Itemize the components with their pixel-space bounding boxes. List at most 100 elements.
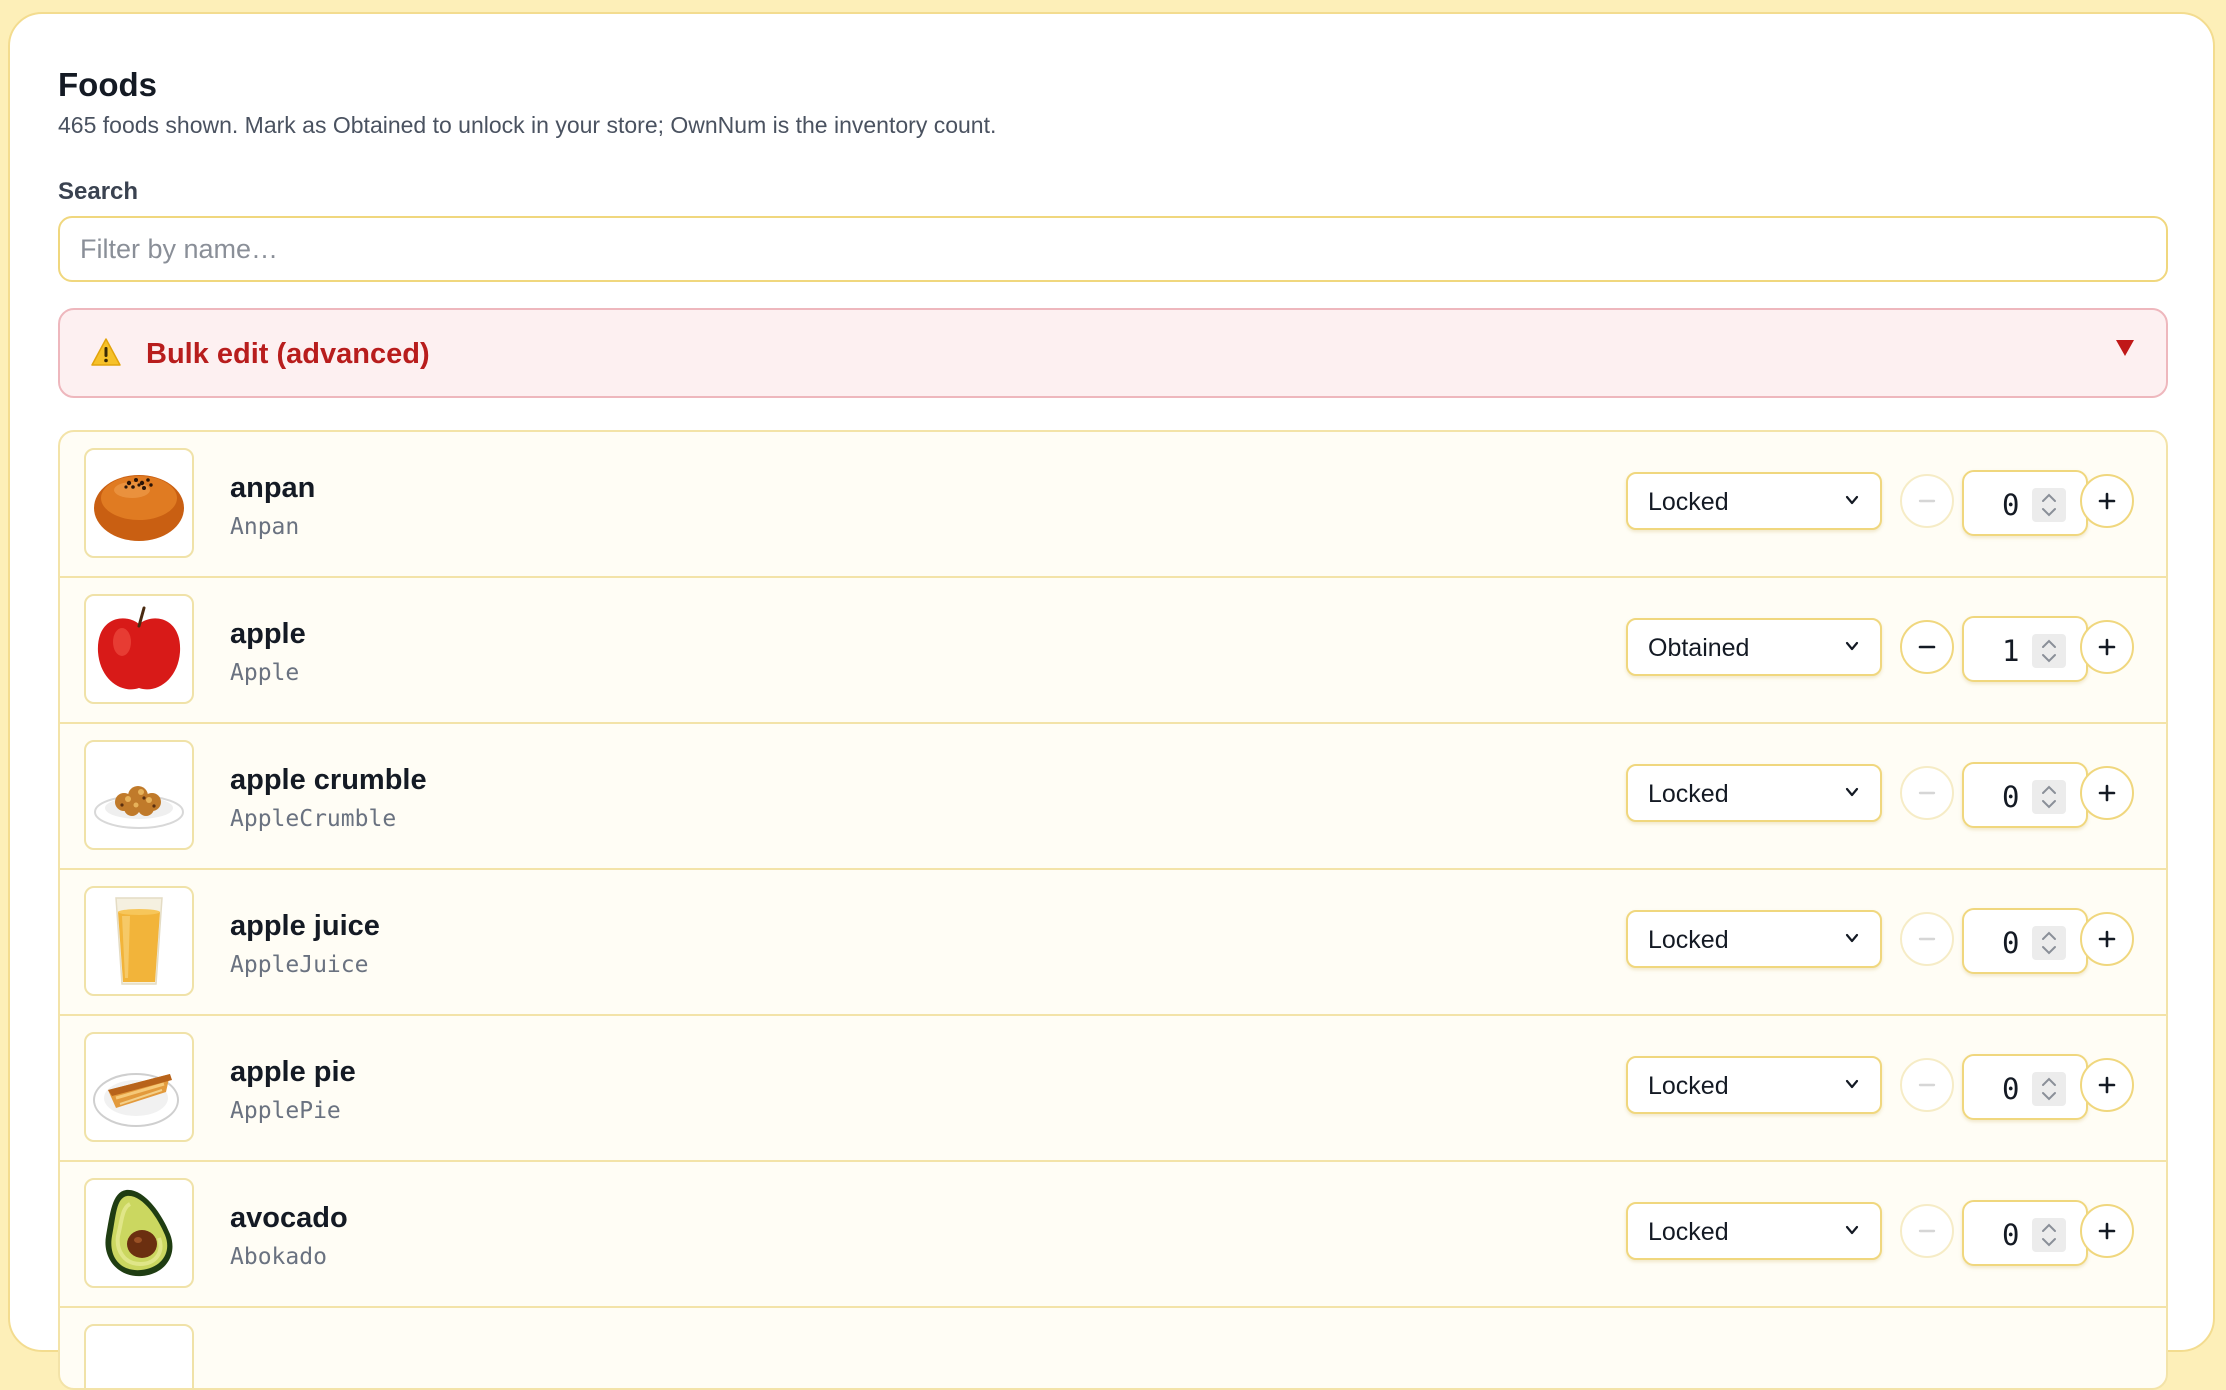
chevron-down-icon: [1845, 787, 1859, 797]
status-select[interactable]: Locked: [1626, 1056, 1882, 1114]
food-list: anpan Anpan Locked 0 apple Apple Obtaine…: [58, 430, 2168, 1390]
decrement-button[interactable]: [1900, 1058, 1954, 1112]
food-code: AppleJuice: [230, 952, 369, 978]
increment-button[interactable]: [2080, 620, 2134, 674]
food-row: [60, 1308, 2166, 1388]
increment-button[interactable]: [2080, 1058, 2134, 1112]
minus-icon: [1918, 791, 1936, 795]
spinner-arrows-icon: [2042, 493, 2056, 517]
quantity-spinner[interactable]: [2032, 926, 2066, 960]
status-value: Locked: [1648, 1218, 1729, 1246]
quantity-spinner[interactable]: [2032, 1218, 2066, 1252]
quantity-spinner[interactable]: [2032, 1072, 2066, 1106]
plus-icon: [2098, 1076, 2116, 1094]
quantity-spinner[interactable]: [2032, 780, 2066, 814]
search-input[interactable]: [58, 216, 2168, 282]
apple-juice-image: [84, 886, 194, 996]
decrement-button[interactable]: [1900, 474, 1954, 528]
quantity-field[interactable]: 0: [1962, 762, 2088, 828]
quantity-value: 0: [2002, 1218, 2020, 1252]
status-value: Locked: [1648, 780, 1729, 808]
food-row: avocado Abokado Locked 0: [60, 1162, 2166, 1308]
spinner-arrows-icon: [2042, 1223, 2056, 1247]
search-label: Search: [58, 178, 139, 205]
quantity-value: 1: [2002, 634, 2020, 668]
spinner-arrows-icon: [2042, 931, 2056, 955]
plus-icon: [2098, 784, 2116, 802]
increment-button[interactable]: [2080, 474, 2134, 528]
spinner-arrows-icon: [2042, 785, 2056, 809]
food-row: apple pie ApplePie Locked 0: [60, 1016, 2166, 1162]
status-select[interactable]: Locked: [1626, 472, 1882, 530]
quantity-field[interactable]: 0: [1962, 1054, 2088, 1120]
food-code: Anpan: [230, 514, 300, 540]
food-code: ApplePie: [230, 1098, 341, 1124]
food-row: anpan Anpan Locked 0: [60, 432, 2166, 578]
chevron-down-icon: [1845, 933, 1859, 943]
status-value: Locked: [1648, 926, 1729, 954]
food-row: apple Apple Obtained 1: [60, 578, 2166, 724]
plus-icon: [2098, 492, 2116, 510]
food-code: Abokado: [230, 1244, 327, 1270]
anpan-image: [84, 448, 194, 558]
quantity-field[interactable]: 0: [1962, 908, 2088, 974]
foods-panel: Foods 465 foods shown. Mark as Obtained …: [8, 12, 2215, 1390]
bulk-edit-toggle[interactable]: Bulk edit (advanced): [58, 308, 2168, 398]
food-name: apple pie: [230, 1056, 356, 1088]
chevron-down-icon: [1845, 641, 1859, 651]
food-name: apple juice: [230, 910, 380, 942]
status-value: Locked: [1648, 488, 1729, 516]
quantity-value: 0: [2002, 488, 2020, 522]
minus-icon: [1918, 937, 1936, 941]
decrement-button[interactable]: [1900, 1204, 1954, 1258]
spinner-arrows-icon: [2042, 1077, 2056, 1101]
plus-icon: [2098, 930, 2116, 948]
minus-icon: [1918, 499, 1936, 503]
plus-icon: [2098, 1222, 2116, 1240]
status-select[interactable]: Locked: [1626, 1202, 1882, 1260]
page-title: Foods: [58, 66, 157, 103]
decrement-button[interactable]: [1900, 766, 1954, 820]
quantity-value: 0: [2002, 926, 2020, 960]
status-select[interactable]: Locked: [1626, 764, 1882, 822]
quantity-field[interactable]: 1: [1962, 616, 2088, 682]
chevron-down-icon: [1845, 1225, 1859, 1235]
status-value: Obtained: [1648, 634, 1750, 662]
status-value: Locked: [1648, 1072, 1729, 1100]
quantity-field[interactable]: 0: [1962, 470, 2088, 536]
increment-button[interactable]: [2080, 912, 2134, 966]
status-select[interactable]: Locked: [1626, 910, 1882, 968]
food-name: apple crumble: [230, 764, 427, 796]
quantity-value: 0: [2002, 780, 2020, 814]
food-code: Apple: [230, 660, 300, 686]
triangle-down-icon: [2116, 340, 2134, 356]
bulk-edit-label: Bulk edit (advanced): [146, 338, 430, 370]
decrement-button[interactable]: [1900, 912, 1954, 966]
warning-icon: [91, 338, 121, 366]
apple-image: [84, 594, 194, 704]
chevron-down-icon: [1845, 1079, 1859, 1089]
apple-pie-image: [84, 1032, 194, 1142]
quantity-value: 0: [2002, 1072, 2020, 1106]
food-code: AppleCrumble: [230, 806, 397, 832]
quantity-spinner[interactable]: [2032, 488, 2066, 522]
food-row: apple juice AppleJuice Locked 0: [60, 870, 2166, 1016]
chevron-down-icon: [1845, 495, 1859, 505]
status-select[interactable]: Obtained: [1626, 618, 1882, 676]
decrement-button[interactable]: [1900, 620, 1954, 674]
food-row: apple crumble AppleCrumble Locked 0: [60, 724, 2166, 870]
minus-icon: [1918, 645, 1936, 649]
food-name: avocado: [230, 1202, 348, 1234]
quantity-spinner[interactable]: [2032, 634, 2066, 668]
quantity-field[interactable]: 0: [1962, 1200, 2088, 1266]
apple-crumble-image: [84, 740, 194, 850]
food-name: apple: [230, 618, 306, 650]
minus-icon: [1918, 1229, 1936, 1233]
increment-button[interactable]: [2080, 1204, 2134, 1258]
plus-icon: [2098, 638, 2116, 656]
increment-button[interactable]: [2080, 766, 2134, 820]
minus-icon: [1918, 1083, 1936, 1087]
food-image: [84, 1324, 194, 1388]
food-name: anpan: [230, 472, 316, 504]
page-subtitle: 465 foods shown. Mark as Obtained to unl…: [58, 112, 997, 138]
